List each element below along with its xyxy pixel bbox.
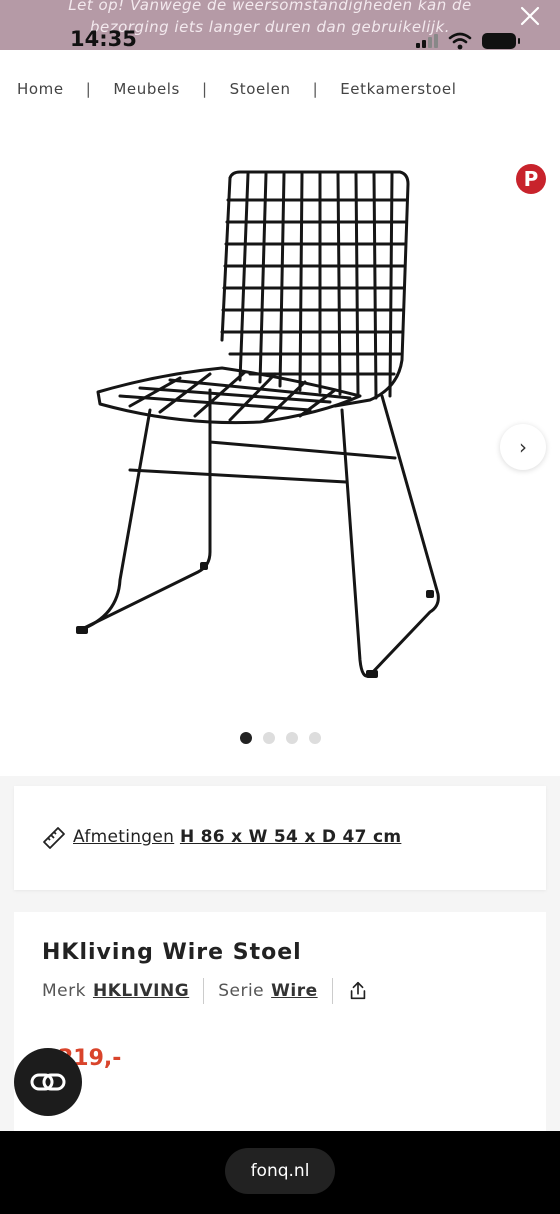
breadcrumb-separator: | bbox=[85, 80, 92, 98]
gallery-pagination bbox=[240, 732, 321, 744]
dimensions-card[interactable]: Afmetingen H 86 x W 54 x D 47 cm bbox=[14, 786, 546, 890]
signal-icon bbox=[416, 34, 438, 48]
meta-divider bbox=[331, 978, 333, 1004]
product-meta: Merk HKLIVING Serie Wire bbox=[42, 978, 369, 1004]
breadcrumb-separator: | bbox=[201, 80, 208, 98]
wifi-icon bbox=[448, 32, 472, 50]
compare-icon bbox=[30, 1073, 66, 1091]
status-icons bbox=[416, 32, 520, 50]
share-icon[interactable] bbox=[347, 980, 369, 1002]
breadcrumb: Home | Meubels | Stoelen | Eetkamerstoel bbox=[17, 80, 457, 98]
breadcrumb-home[interactable]: Home bbox=[17, 80, 64, 98]
breadcrumb-stoelen[interactable]: Stoelen bbox=[230, 80, 291, 98]
battery-icon bbox=[482, 33, 520, 49]
product-page: Let op! Vanwege de weersomstandigheden k… bbox=[0, 0, 560, 1214]
compare-button[interactable] bbox=[14, 1048, 82, 1116]
dimensions-label: Afmetingen bbox=[73, 827, 175, 847]
meta-divider bbox=[203, 978, 205, 1004]
breadcrumb-eetkamerstoel[interactable]: Eetkamerstoel bbox=[340, 80, 456, 98]
pinterest-icon[interactable]: P bbox=[516, 164, 546, 194]
dimensions-link[interactable]: Afmetingen H 86 x W 54 x D 47 cm bbox=[73, 827, 401, 847]
gallery-dot[interactable] bbox=[240, 732, 252, 744]
series-link[interactable]: Wire bbox=[271, 981, 318, 1001]
brand-link[interactable]: HKLIVING bbox=[93, 981, 189, 1001]
browser-bottom-bar: fonq.nl bbox=[0, 1131, 560, 1214]
product-info-card: HKliving Wire Stoel Merk HKLIVING Serie … bbox=[14, 912, 546, 1132]
gallery-dot[interactable] bbox=[263, 732, 275, 744]
series-label: Serie bbox=[218, 981, 265, 1001]
product-image[interactable] bbox=[60, 160, 460, 690]
status-time: 14:35 bbox=[70, 27, 137, 51]
gallery-dot[interactable] bbox=[309, 732, 321, 744]
breadcrumb-separator: | bbox=[312, 80, 319, 98]
url-bar[interactable]: fonq.nl bbox=[225, 1148, 335, 1194]
dimensions-value: H 86 x W 54 x D 47 cm bbox=[179, 827, 402, 847]
product-title: HKliving Wire Stoel bbox=[42, 940, 302, 965]
ruler-icon bbox=[43, 827, 65, 849]
close-icon[interactable] bbox=[518, 4, 542, 28]
breadcrumb-meubels[interactable]: Meubels bbox=[113, 80, 180, 98]
brand-label: Merk bbox=[42, 981, 86, 1001]
gallery-dot[interactable] bbox=[286, 732, 298, 744]
chevron-right-icon[interactable]: › bbox=[500, 424, 546, 470]
